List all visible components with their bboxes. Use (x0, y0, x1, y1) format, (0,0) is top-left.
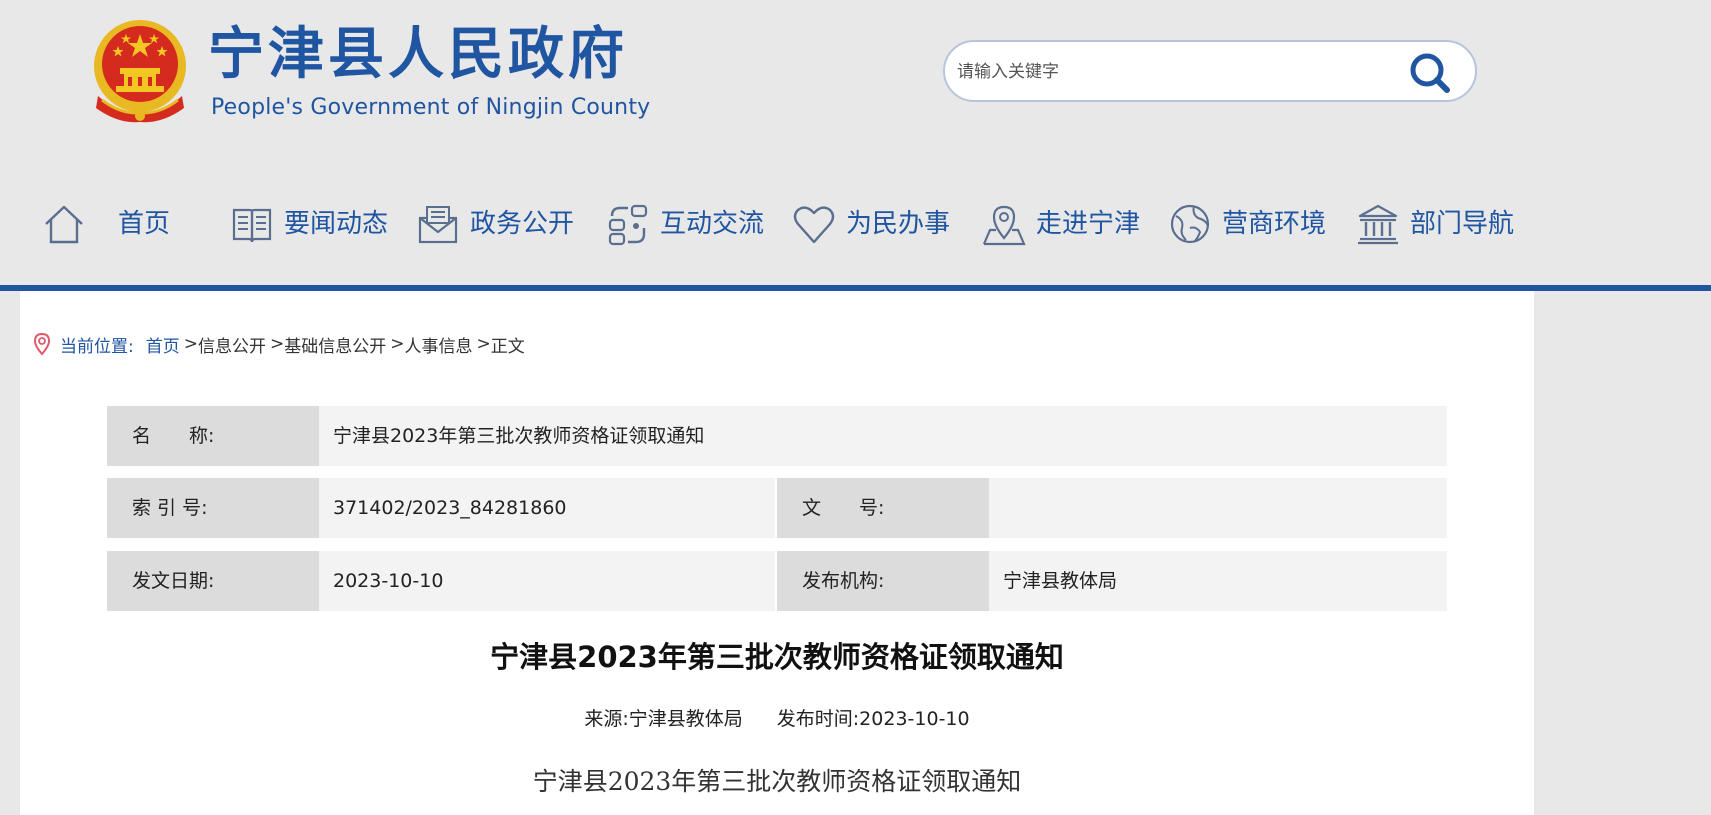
news-book-icon (232, 208, 272, 243)
breadcrumb-separator: > (269, 334, 285, 354)
globe-icon (1170, 204, 1210, 244)
nav-item-interaction[interactable]: 互动交流 (606, 196, 764, 252)
nav-item-business[interactable]: 营商环境 (1168, 196, 1326, 252)
nav-label: 首页 (118, 209, 171, 239)
nav-label: 要闻动态 (284, 209, 389, 239)
breadcrumb-separator: > (183, 334, 198, 354)
breadcrumb-basic-info[interactable]: 基础信息公开 (284, 332, 386, 357)
nav-label: 走进宁津 (1036, 209, 1141, 239)
meta-date-value: 2023-10-10 (333, 570, 444, 592)
meta-org-label: 发布机构: (777, 551, 989, 611)
site-title-en: People's Government of Ningjin County (211, 95, 651, 120)
meta-row-index: 索 引 号: 371402/2023_84281860 文 号: (107, 478, 1447, 538)
article-body-title: 宁津县2023年第三批次教师资格证领取通知 (532, 767, 1022, 796)
meta-date-label: 发文日期: (107, 551, 319, 611)
envelope-icon (418, 206, 458, 244)
national-emblem-icon[interactable] (88, 16, 192, 124)
map-pin-icon (982, 205, 1026, 246)
nav-label: 为民办事 (846, 209, 951, 239)
meta-row-date: 发文日期: 2023-10-10 发布机构: 宁津县教体局 (107, 551, 1447, 611)
meta-index-value: 371402/2023_84281860 (333, 497, 567, 519)
meta-name-label: 名 称: (107, 406, 319, 466)
heart-icon (793, 206, 835, 244)
meta-docno-label: 文 号: (777, 478, 989, 538)
site-header: 宁津县人民政府 People's Government of Ningjin C… (0, 0, 1711, 286)
nav-label: 营商环境 (1222, 209, 1327, 239)
breadcrumb-label: 当前位置: (60, 336, 134, 357)
breadcrumb-home[interactable]: 首页 (146, 332, 180, 357)
nav-item-about-ningjin[interactable]: 走进宁津 (982, 196, 1140, 252)
home-icon (45, 205, 83, 244)
breadcrumb: 当前位置: 首页 > 信息公开 > 基础信息公开 > 人事信息 > 正文 (32, 329, 525, 359)
main-content: 当前位置: 首页 > 信息公开 > 基础信息公开 > 人事信息 > 正文 名 称… (20, 291, 1534, 815)
nav-label: 互动交流 (660, 209, 765, 239)
search-icon (1410, 53, 1450, 93)
breadcrumb-current: 正文 (490, 336, 525, 357)
article-meta: 来源:宁津县教体局 发布时间:2023-10-10 (20, 705, 1534, 733)
breadcrumb-separator: > (476, 334, 491, 354)
search-button[interactable] (1403, 50, 1459, 94)
building-icon (1358, 204, 1398, 245)
meta-row-name: 名 称: 宁津县2023年第三批次教师资格证领取通知 (107, 406, 1447, 466)
nav-item-services[interactable]: 为民办事 (792, 196, 950, 252)
nav-item-departments[interactable]: 部门导航 (1356, 196, 1514, 252)
nav-item-news[interactable]: 要闻动态 (230, 196, 388, 252)
search-box (943, 40, 1477, 102)
meta-name-value: 宁津县2023年第三批次教师资格证领取通知 (333, 425, 705, 447)
article-publish-time: 发布时间:2023-10-10 (776, 708, 970, 730)
site-title-cn: 宁津县人民政府 (208, 22, 628, 87)
meta-org-value: 宁津县教体局 (1003, 570, 1118, 592)
location-pin-icon (33, 332, 51, 356)
meta-index-label: 索 引 号: (107, 478, 319, 538)
nav-label: 政务公开 (470, 209, 575, 239)
breadcrumb-info-public[interactable]: 信息公开 (198, 332, 266, 357)
nav-label: 部门导航 (1410, 209, 1515, 239)
breadcrumb-separator: > (390, 334, 405, 354)
search-input[interactable] (953, 54, 1393, 90)
interaction-icon (608, 204, 648, 246)
article-source: 来源:宁津县教体局 (584, 708, 743, 730)
main-nav: 首页 要闻动态 政务公开 互动交流 为民办事 走进宁津 营商环境 部门导航 (0, 196, 1711, 252)
nav-item-gov-affairs[interactable]: 政务公开 (416, 196, 574, 252)
nav-item-home[interactable]: 首页 (42, 196, 170, 252)
article-title: 宁津县2023年第三批次教师资格证领取通知 (490, 640, 1064, 674)
breadcrumb-personnel-info[interactable]: 人事信息 (404, 332, 472, 357)
